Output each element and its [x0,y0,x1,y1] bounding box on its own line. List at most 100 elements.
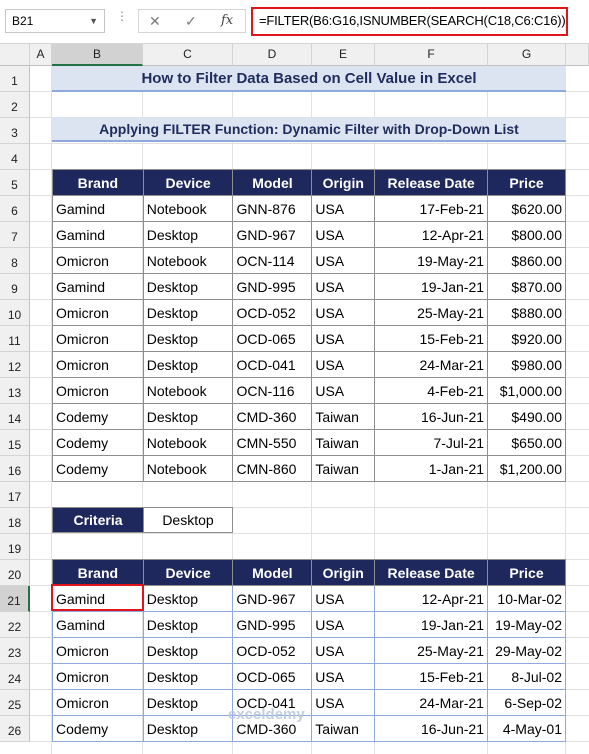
row-header-25[interactable]: 25 [0,690,30,716]
table-cell[interactable]: Omicron [52,637,144,664]
row-header-11[interactable]: 11 [0,326,30,352]
table-cell[interactable]: 15-Feb-21 [374,663,488,690]
table-cell[interactable]: 4-Feb-21 [374,377,489,404]
table-cell[interactable]: OCN-114 [232,247,313,274]
table-cell[interactable]: $800.00 [487,221,566,248]
row-header-20[interactable]: 20 [0,560,30,586]
table-cell[interactable]: $880.00 [487,299,566,326]
column-header-e[interactable]: E [312,44,375,66]
table-cell[interactable]: 12-Apr-21 [374,585,488,612]
table-cell[interactable]: 16-Jun-21 [374,715,488,742]
table-cell[interactable]: USA [311,325,376,352]
table-cell[interactable]: Omicron [52,377,144,404]
table-cell[interactable]: USA [311,299,376,326]
table-cell[interactable]: 19-Jan-21 [374,611,488,638]
row-header-1[interactable]: 1 [0,66,30,92]
table-header-cell[interactable]: Price [487,169,566,196]
row-header-3[interactable]: 3 [0,118,30,144]
row-header-10[interactable]: 10 [0,300,30,326]
column-header-f[interactable]: F [375,44,488,66]
table-cell[interactable]: 8-Jul-02 [486,663,567,690]
table-cell[interactable]: Notebook [142,429,234,456]
table-cell[interactable]: OCD-065 [232,325,313,352]
table-cell[interactable]: Codemy [52,429,144,456]
table-cell[interactable]: USA [311,195,376,222]
cancel-icon[interactable]: ✕ [149,13,161,30]
table-cell[interactable]: Omicron [52,325,144,352]
table-cell[interactable]: Omicron [52,689,144,716]
table-header-cell[interactable]: Price [486,559,567,586]
table-cell[interactable]: 24-Mar-21 [374,689,488,716]
table-cell[interactable]: OCD-052 [232,299,313,326]
table-cell[interactable]: GND-967 [232,585,313,612]
table-cell[interactable]: Taiwan [311,455,376,482]
table-cell[interactable]: Codemy [52,455,144,482]
table-cell[interactable]: Codemy [52,403,144,430]
row-header-17[interactable]: 17 [0,482,30,508]
table-cell[interactable]: Desktop [142,273,234,300]
table-cell[interactable]: GNN-876 [232,195,313,222]
table-cell[interactable]: 19-May-21 [374,247,489,274]
table-cell[interactable]: 1-Jan-21 [374,455,489,482]
table-cell[interactable]: $650.00 [487,429,566,456]
table-cell[interactable]: Desktop [142,325,234,352]
table-cell[interactable]: Gamind [52,195,144,222]
table-cell[interactable]: Taiwan [311,715,376,742]
table-cell[interactable]: Taiwan [311,403,376,430]
table-cell[interactable]: 19-Jan-21 [374,273,489,300]
table-cell[interactable]: 7-Jul-21 [374,429,489,456]
column-header-d[interactable]: D [233,44,312,66]
table-cell[interactable]: Taiwan [311,429,376,456]
table-cell[interactable]: Notebook [142,455,234,482]
table-cell[interactable]: $870.00 [487,273,566,300]
check-icon[interactable]: ✓ [185,13,197,30]
insert-function-icon[interactable]: fx [221,13,233,28]
table-cell[interactable]: USA [311,585,376,612]
table-cell[interactable]: USA [311,221,376,248]
row-header-18[interactable]: 18 [0,508,30,534]
table-header-cell[interactable]: Release Date [374,169,489,196]
table-cell[interactable]: Omicron [52,663,144,690]
table-cell[interactable]: GND-995 [232,611,313,638]
row-header-15[interactable]: 15 [0,430,30,456]
row-header-26[interactable]: 26 [0,716,30,742]
table-cell[interactable]: USA [311,663,376,690]
table-cell[interactable]: OCD-041 [232,351,313,378]
table-cell[interactable]: CMN-550 [232,429,313,456]
row-header-21[interactable]: 21 [0,586,30,612]
row-header-8[interactable]: 8 [0,248,30,274]
formula-input[interactable]: =FILTER(B6:G16,ISNUMBER(SEARCH(C18,C6:C1… [251,7,568,36]
select-all-corner[interactable] [0,44,30,66]
table-cell[interactable]: OCD-052 [232,637,313,664]
table-cell[interactable]: Gamind [52,585,144,612]
row-header-13[interactable]: 13 [0,378,30,404]
row-header-7[interactable]: 7 [0,222,30,248]
table-cell[interactable]: USA [311,351,376,378]
row-header-14[interactable]: 14 [0,404,30,430]
table-cell[interactable]: $490.00 [487,403,566,430]
row-header-4[interactable]: 4 [0,144,30,170]
table-cell[interactable]: 10-Mar-02 [486,585,567,612]
table-cell[interactable]: Desktop [142,585,234,612]
table-header-cell[interactable]: Release Date [374,559,488,586]
table-header-cell[interactable]: Device [142,169,234,196]
table-cell[interactable]: Omicron [52,247,144,274]
row-header-5[interactable]: 5 [0,170,30,196]
table-cell[interactable]: 12-Apr-21 [374,221,489,248]
table-cell[interactable]: Desktop [142,637,234,664]
row-header-24[interactable]: 24 [0,664,30,690]
row-header-2[interactable]: 2 [0,92,30,118]
table-cell[interactable]: OCN-116 [232,377,313,404]
table-cell[interactable]: Desktop [142,663,234,690]
table-header-cell[interactable]: Origin [311,559,376,586]
table-cell[interactable]: USA [311,637,376,664]
table-cell[interactable]: CMD-360 [232,403,313,430]
table-cell[interactable]: Notebook [142,195,234,222]
table-cell[interactable]: USA [311,247,376,274]
column-header-b[interactable]: B [52,44,143,66]
table-cell[interactable]: CMN-860 [232,455,313,482]
table-cell[interactable]: Codemy [52,715,144,742]
table-cell[interactable]: $620.00 [487,195,566,222]
table-cell[interactable]: $920.00 [487,325,566,352]
table-header-cell[interactable]: Model [232,169,313,196]
